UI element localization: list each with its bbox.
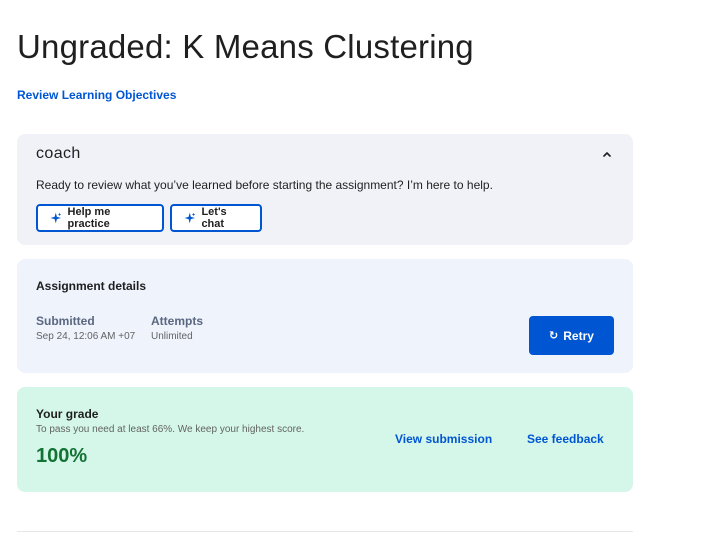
coach-panel: coach Ready to review what you’ve learne…: [17, 134, 633, 245]
page-title: Ungraded: K Means Clustering: [17, 28, 474, 65]
grade-panel: Your grade To pass you need at least 66%…: [17, 387, 633, 492]
submitted-label: Submitted: [36, 314, 95, 328]
help-me-practice-label: Help me practice: [67, 206, 111, 230]
submitted-value: Sep 24, 12:06 AM +07: [36, 331, 136, 342]
sparkle-icon: [50, 212, 62, 224]
coach-logo: coach: [36, 145, 81, 162]
section-divider: [17, 531, 633, 532]
help-me-practice-button[interactable]: Help me practice: [36, 204, 164, 232]
attempts-label: Attempts: [151, 314, 204, 328]
see-feedback-link[interactable]: See feedback: [527, 432, 604, 446]
retry-button[interactable]: ↻ Retry: [529, 316, 614, 355]
retry-label: Retry: [563, 328, 594, 343]
coach-message: Ready to review what you’ve learned befo…: [36, 178, 493, 192]
grade-value: 100%: [36, 445, 88, 467]
your-grade-heading: Your grade: [36, 407, 99, 421]
lets-chat-label: Let's chat: [201, 206, 227, 230]
refresh-icon: ↻: [549, 330, 559, 342]
sparkle-icon: [184, 212, 196, 224]
assignment-details-panel: Assignment details Submitted Sep 24, 12:…: [17, 259, 633, 373]
review-learning-objectives-link[interactable]: Review Learning Objectives: [17, 88, 176, 102]
lets-chat-button[interactable]: Let's chat: [170, 204, 262, 232]
attempts-value: Unlimited: [151, 331, 193, 342]
view-submission-link[interactable]: View submission: [395, 432, 492, 446]
passing-requirement-note: To pass you need at least 66%. We keep y…: [36, 424, 305, 435]
chevron-up-icon[interactable]: [599, 146, 615, 162]
assignment-page: Ungraded: K Means Clustering Review Lear…: [0, 0, 701, 533]
assignment-details-heading: Assignment details: [36, 279, 147, 293]
